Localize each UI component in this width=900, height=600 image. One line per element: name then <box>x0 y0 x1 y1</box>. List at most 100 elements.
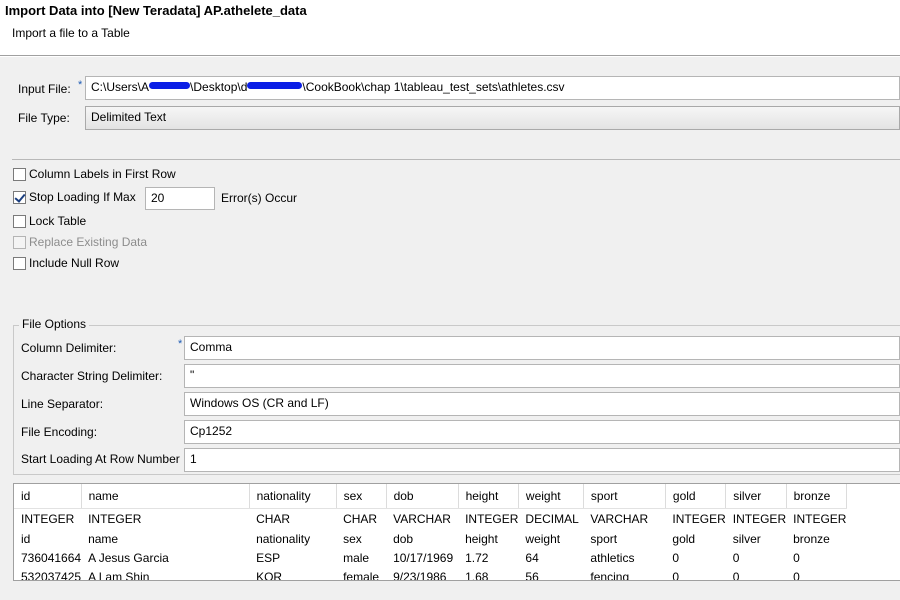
table-cell: name <box>88 531 119 546</box>
input-file-label: Input File: <box>18 82 71 96</box>
type-cell[interactable]: INTEGER <box>81 508 249 529</box>
column-labels-label: Column Labels in First Row <box>29 167 176 181</box>
type-cell[interactable]: CHAR <box>249 508 336 529</box>
line-separator-select[interactable]: Windows OS (CR and LF) <box>184 392 900 416</box>
start-row-label: Start Loading At Row Number <box>21 452 180 466</box>
type-cell[interactable]: CHAR <box>336 508 386 529</box>
redacted-username <box>149 82 191 89</box>
table-cell: athletics <box>590 550 635 565</box>
input-file-path-part3: \CookBook\chap 1\tableau_test_sets\athle… <box>302 80 565 94</box>
table-cell: 1.72 <box>465 550 489 565</box>
column-labels-checkbox[interactable] <box>13 168 26 181</box>
table-cell: 0 <box>732 569 740 581</box>
file-type-select[interactable]: Delimited Text <box>85 106 900 130</box>
lock-table-checkbox[interactable] <box>13 215 26 228</box>
table-cell: gold <box>672 531 696 546</box>
dialog-title: Import Data into [New Teradata] AP.athel… <box>5 3 307 18</box>
string-delimiter-select[interactable]: " <box>184 364 900 388</box>
table-cell: ESP <box>256 550 281 565</box>
replace-existing-label: Replace Existing Data <box>29 235 148 249</box>
table-row: id name nationality sex dob height weigh… <box>14 529 846 548</box>
replace-existing-checkbox[interactable] <box>13 236 26 249</box>
table-cell: 10/17/1969 <box>393 550 454 565</box>
file-type-label: File Type: <box>18 111 70 125</box>
type-cell[interactable]: INTEGER <box>665 508 725 529</box>
table-cell: male <box>343 550 370 565</box>
errors-occur-label: Error(s) Occur <box>221 191 297 205</box>
column-header[interactable]: weight <box>518 484 584 509</box>
table-cell: KOR <box>256 569 283 581</box>
table-cell: 532037425 <box>21 569 82 581</box>
table-cell: 736041664 <box>21 550 82 565</box>
input-file-required-mark: * <box>78 79 83 91</box>
type-cell[interactable]: INTEGER <box>458 508 518 529</box>
column-header[interactable]: silver <box>725 484 787 509</box>
redacted-folder <box>247 82 303 89</box>
stop-loading-label: Stop Loading If Max <box>29 190 136 204</box>
table-cell: sex <box>343 531 362 546</box>
input-file-path-part1: C:\Users\A <box>91 80 150 94</box>
column-header[interactable]: bronze <box>786 484 847 509</box>
separator <box>12 159 900 160</box>
preview-grid: id name nationality sex dob height weigh… <box>14 484 847 581</box>
table-cell: height <box>465 531 498 546</box>
max-errors-input[interactable]: 20 <box>145 187 215 210</box>
preview-header-row: id name nationality sex dob height weigh… <box>14 484 847 509</box>
column-header[interactable]: gold <box>665 484 727 509</box>
preview-table[interactable]: id name nationality sex dob height weigh… <box>13 483 900 581</box>
table-cell: 0 <box>793 550 800 565</box>
line-separator-label: Line Separator: <box>21 397 104 411</box>
column-header[interactable]: sex <box>336 484 387 509</box>
start-row-input[interactable]: 1 <box>184 448 900 472</box>
column-delimiter-required-mark: * <box>178 338 183 350</box>
column-delimiter-label: Column Delimiter: <box>21 341 117 355</box>
column-delimiter-select[interactable]: Comma <box>184 336 900 360</box>
column-header[interactable]: name <box>81 484 250 509</box>
table-cell: bronze <box>793 531 830 546</box>
table-cell: dob <box>393 531 414 546</box>
type-cell[interactable]: DECIMAL <box>518 508 583 529</box>
lock-table-label: Lock Table <box>29 214 87 228</box>
include-null-label: Include Null Row <box>29 256 120 270</box>
table-cell: 0 <box>672 550 680 565</box>
table-cell: female <box>343 569 380 581</box>
table-cell: 9/23/1986 <box>393 569 447 581</box>
input-file-field[interactable]: C:\Users\A \Desktop\d \CookBook\chap 1\tab… <box>85 76 900 100</box>
column-header[interactable]: height <box>458 484 519 509</box>
type-cell[interactable]: VARCHAR <box>583 508 665 529</box>
table-cell: A Lam Shin <box>88 569 150 581</box>
type-row: INTEGER INTEGER CHAR CHAR VARCHAR INTEGE… <box>14 508 846 529</box>
table-cell: nationality <box>256 531 311 546</box>
type-cell[interactable]: VARCHAR <box>386 508 458 529</box>
type-cell[interactable]: INTEGER <box>786 508 846 529</box>
table-row: 736041664 A Jesus Garcia ESP male 10/17/… <box>14 548 846 567</box>
column-header[interactable]: dob <box>386 484 459 509</box>
table-cell: 64 <box>525 550 539 565</box>
file-encoding-select[interactable]: Cp1252 <box>184 420 900 444</box>
table-row: 532037425 A Lam Shin KOR female 9/23/198… <box>14 567 846 581</box>
table-cell: 0 <box>732 550 740 565</box>
table-cell: fencing <box>590 569 630 581</box>
table-cell: 56 <box>525 569 539 581</box>
file-encoding-label: File Encoding: <box>21 425 98 439</box>
dialog-subtitle: Import a file to a Table <box>12 26 130 40</box>
string-delimiter-label: Character String Delimiter: <box>21 369 163 383</box>
table-cell: sport <box>590 531 618 546</box>
column-header[interactable]: id <box>14 484 82 509</box>
table-cell: silver <box>732 531 761 546</box>
table-cell: 0 <box>793 569 800 581</box>
type-cell[interactable]: INTEGER <box>726 508 786 529</box>
type-cell[interactable]: INTEGER <box>14 508 81 529</box>
input-file-path-part2: \Desktop\d <box>190 80 248 94</box>
file-options-title: File Options <box>19 317 90 331</box>
stop-loading-checkbox[interactable] <box>13 191 26 204</box>
include-null-checkbox[interactable] <box>13 257 26 270</box>
table-cell: 1.68 <box>465 569 489 581</box>
column-header[interactable]: sport <box>583 484 666 509</box>
table-cell: weight <box>525 531 561 546</box>
table-cell: 0 <box>672 569 680 581</box>
table-cell: id <box>21 531 31 546</box>
table-cell: A Jesus Garcia <box>88 550 169 565</box>
dialog-header: Import Data into [New Teradata] AP.athel… <box>0 0 900 56</box>
column-header[interactable]: nationality <box>249 484 337 509</box>
